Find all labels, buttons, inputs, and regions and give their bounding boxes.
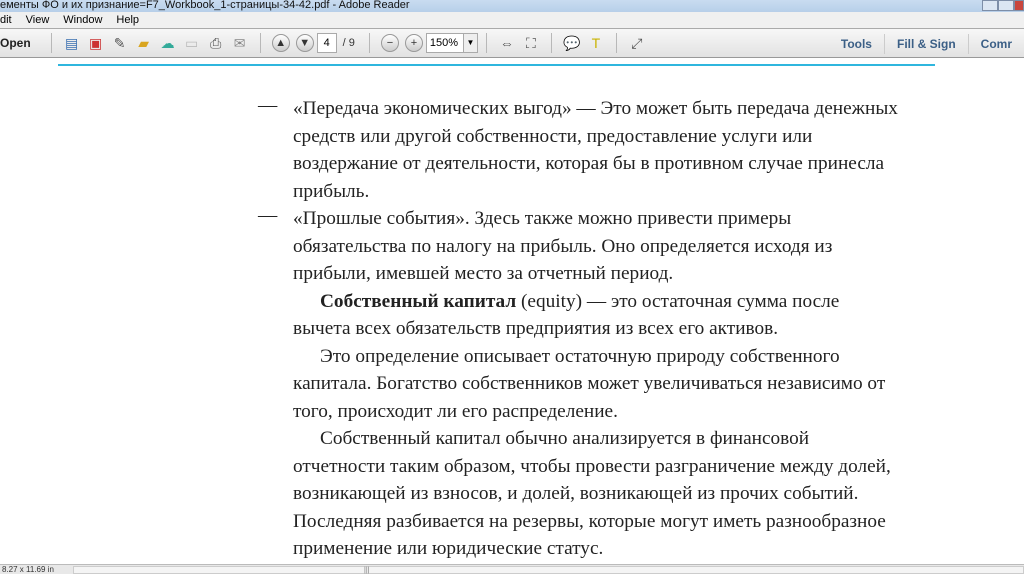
highlight-text-icon[interactable]: T <box>587 34 605 52</box>
maximize-button[interactable] <box>998 0 1014 11</box>
text-line: вычета всех обязательств предприятия из … <box>293 318 779 339</box>
text-line: средств или другой собственности, предос… <box>293 125 813 147</box>
list-dash: — <box>258 95 278 116</box>
full-screen-icon[interactable]: ⤢ <box>628 34 646 52</box>
open-button[interactable]: Open <box>0 36 31 50</box>
text-line: капитала. Богатство собственников может … <box>293 373 886 394</box>
next-page-button[interactable]: ▼ <box>295 34 314 52</box>
export-pdf-icon[interactable]: ▣ <box>87 34 105 52</box>
minimize-button[interactable] <box>982 0 998 11</box>
text-line: Собственный капитал (equity) — это остат… <box>320 288 839 315</box>
email-icon[interactable]: ✉ <box>231 34 249 52</box>
save-icon[interactable]: ▭ <box>183 34 201 52</box>
menu-view[interactable]: View <box>26 12 50 28</box>
status-bar: 8.27 x 11.69 in ||| <box>0 564 1024 574</box>
text-line: отчетности таким образом, чтобы провести… <box>293 455 891 477</box>
cloud-upload-icon[interactable]: ☁ <box>159 34 177 52</box>
bold-term: Собственный капитал <box>320 290 517 312</box>
text-line: «Передача экономических выгод» — Это мож… <box>293 98 898 119</box>
page-number-input[interactable]: 4 <box>316 33 337 53</box>
text-line: возникающей из взносов, и долей, возника… <box>293 483 859 504</box>
zoom-dropdown-button[interactable]: ▼ <box>463 33 478 53</box>
toolbar: Open ▤ ▣ ✎ ▰ ☁ ▭ ⎙ ✉ ▲ ▼ 4 / 9 − + 150% … <box>0 29 1024 58</box>
text-line: воздержание от деятельности, которая бы … <box>293 153 885 174</box>
menu-help[interactable]: Help <box>116 12 139 28</box>
fit-width-icon[interactable]: ⇔ <box>498 34 516 52</box>
divider <box>485 33 487 53</box>
page-header-rule <box>58 64 935 66</box>
text-line: обязательства по налогу на прибыль. Оно … <box>293 235 833 257</box>
text-line: прибыль. <box>293 180 370 202</box>
text-line: того, происходит ли его распределение. <box>293 400 618 422</box>
text-span: (equity) — это остаточная сумма после <box>516 290 840 312</box>
open-folder-icon[interactable]: ▰ <box>135 34 153 52</box>
text-line: Последняя разбивается на резервы, которы… <box>293 510 886 532</box>
edit-icon[interactable]: ✎ <box>111 34 129 52</box>
zoom-out-button[interactable]: − <box>380 34 399 52</box>
divider <box>368 33 370 53</box>
divider <box>550 33 552 53</box>
text-line: применение или юридические статус. <box>293 538 604 559</box>
menu-bar: dit View Window Help <box>0 12 1024 29</box>
close-button[interactable] <box>1014 0 1024 11</box>
previous-page-button[interactable]: ▲ <box>271 34 290 52</box>
fit-page-icon[interactable]: ⛶ <box>522 34 540 52</box>
divider <box>50 33 52 53</box>
text-line: прибыли, имевшей место за отчетный перио… <box>293 263 674 284</box>
zoom-input[interactable]: 150% <box>425 33 464 53</box>
tools-button[interactable]: Tools <box>829 34 884 54</box>
fill-sign-button[interactable]: Fill & Sign <box>883 33 968 54</box>
text-line: «Прошлые события». Здесь также можно при… <box>293 208 792 229</box>
divider <box>615 33 617 53</box>
page-total: / 9 <box>342 37 355 49</box>
horizontal-scrollbar[interactable]: ||| <box>73 566 1024 574</box>
create-pdf-icon[interactable]: ▤ <box>63 34 81 52</box>
title-bar: ементы ФО и их признание=F7_Workbook_1-с… <box>0 0 1024 12</box>
text-line: Это определение описывает остаточную при… <box>320 345 840 367</box>
divider <box>259 33 261 53</box>
comment-bubble-icon[interactable]: 💬 <box>563 34 581 52</box>
menu-window[interactable]: Window <box>63 12 102 28</box>
window-title: ементы ФО и их признание=F7_Workbook_1-с… <box>0 0 410 11</box>
scroll-grip-icon[interactable]: ||| <box>364 566 369 576</box>
print-icon[interactable]: ⎙ <box>207 34 225 52</box>
text-line: Собственный капитал обычно анализируется… <box>320 428 810 449</box>
list-dash: — <box>258 205 278 226</box>
comment-button[interactable]: Comr <box>967 33 1024 54</box>
menu-edit[interactable]: dit <box>0 12 12 28</box>
zoom-in-button[interactable]: + <box>404 34 423 52</box>
